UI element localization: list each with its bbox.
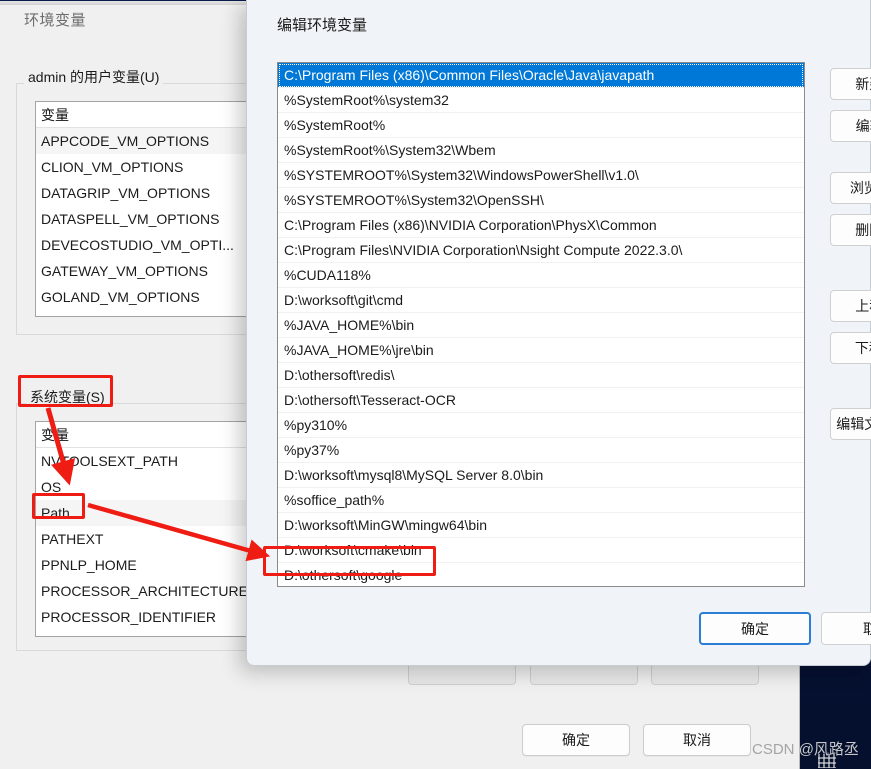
user-variables-label: admin 的用户变量(U) [24,67,164,87]
variable-name: APPCODE_VM_OPTIONS [41,133,210,149]
variable-name: DATAGRIP_VM_OPTIONS [41,185,211,201]
path-entry-row[interactable]: %SystemRoot%\System32\Wbem [278,138,804,163]
variable-name: PROCESSOR_LEVEL [41,635,249,636]
path-entries-list[interactable]: C:\Program Files (x86)\Common Files\Orac… [277,62,805,587]
path-entry-row[interactable]: %py310% [278,413,804,438]
path-entry-row[interactable]: D:\worksoft\MinGW\mingw64\bin [278,513,804,538]
dialog-title: 编辑环境变量 [277,17,368,34]
watermark: CSDN @风路丞 [752,738,859,759]
variable-name: Path [41,505,70,521]
variable-name: DEVECOSTUDIO_VM_OPTI... [41,237,234,253]
path-entry-row[interactable]: D:\othersoft\Tesseract-OCR [278,388,804,413]
path-entry-row[interactable]: C:\Program Files\NVIDIA Corporation\Nsig… [278,238,804,263]
variable-name: DATASPELL_VM_OPTIONS [41,211,220,227]
path-entry-row[interactable]: %py37% [278,438,804,463]
path-entry-row[interactable]: D:\worksoft\cmake\bin [278,538,804,563]
system-variables-label: 系统变量(S) [26,387,109,407]
variable-name: CLION_VM_OPTIONS [41,159,184,175]
dialog-side-button-n[interactable]: 新建(N) [830,68,871,100]
path-entry-row[interactable]: %SystemRoot%\system32 [278,88,804,113]
dialog-ok-button[interactable]: 确定 [699,612,811,645]
variable-name: IDEA_VM_OPTIONS [41,315,249,316]
dialog-side-button-e[interactable]: 编辑(E) [830,110,871,142]
path-entry-row[interactable]: D:\othersoft\google [278,563,804,586]
path-entry-row[interactable]: %JAVA_HOME%\jre\bin [278,338,804,363]
dialog-side-button-d[interactable]: 删除(D) [830,214,871,246]
path-rows-container: C:\Program Files (x86)\Common Files\Orac… [278,63,804,586]
variable-name: GOLAND_VM_OPTIONS [41,289,200,305]
variable-name: PATHEXT [41,531,104,547]
watermark-brand: CSDN [752,741,795,758]
main-cancel-button[interactable]: 取消 [643,724,751,756]
variable-name: PROCESSOR_ARCHITECTURE [41,583,248,599]
path-entry-row[interactable]: %JAVA_HOME%\bin [278,313,804,338]
main-ok-button[interactable]: 确定 [522,724,630,756]
column-header-variable: 变量 [41,106,69,123]
path-entry-row[interactable]: C:\Program Files (x86)\NVIDIA Corporatio… [278,213,804,238]
path-entry-row[interactable]: %CUDA118% [278,263,804,288]
dialog-side-button-b[interactable]: 浏览(B)... [830,172,871,204]
edit-environment-variable-dialog: 编辑环境变量 C:\Program Files (x86)\Common Fil… [246,0,871,666]
column-header-variable: 变量 [41,426,69,443]
variable-name: OS [41,479,62,495]
page-title: 环境变量 [24,12,87,29]
variable-name: PPNLP_HOME [41,557,137,573]
screen: 环境变量 admin 的用户变量(U) 变量 APPCODE_VM_OPTION… [0,0,871,769]
path-entry-row[interactable]: %SystemRoot% [278,113,804,138]
dialog-cancel-button[interactable]: 取消 [821,612,871,645]
path-entry-row[interactable]: C:\Program Files (x86)\Common Files\Orac… [278,63,804,88]
path-entry-row[interactable]: D:\worksoft\git\cmd [278,288,804,313]
watermark-grid-icon [818,754,836,768]
path-entry-row[interactable]: D:\worksoft\mysql8\MySQL Server 8.0\bin [278,463,804,488]
dialog-side-button-o[interactable]: 下移(O) [830,332,871,364]
variable-name: GATEWAY_VM_OPTIONS [41,263,208,279]
variable-name: NVTOOLSEXT_PATH [41,453,178,469]
path-entry-row[interactable]: %SYSTEMROOT%\System32\OpenSSH\ [278,188,804,213]
dialog-side-button-t[interactable]: 编辑文本(T)... [830,408,871,440]
path-entry-row[interactable]: %SYSTEMROOT%\System32\WindowsPowerShell\… [278,163,804,188]
dialog-side-button-u[interactable]: 上移(U) [830,290,871,322]
variable-name: PROCESSOR_IDENTIFIER [41,609,217,625]
path-entry-row[interactable]: D:\othersoft\redis\ [278,363,804,388]
path-entry-row[interactable]: %soffice_path% [278,488,804,513]
